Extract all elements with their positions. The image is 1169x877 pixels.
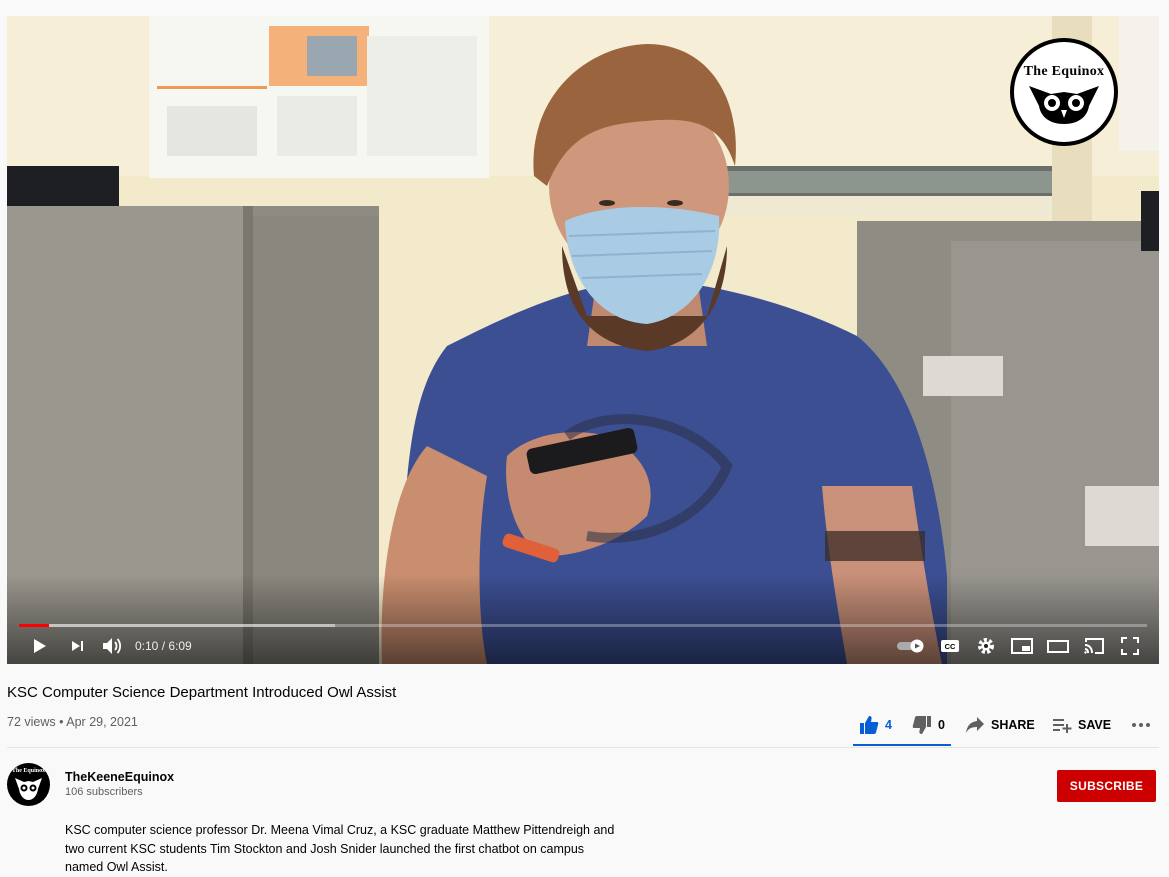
fullscreen-button[interactable] — [1118, 634, 1142, 658]
play-icon — [34, 639, 46, 653]
settings-button[interactable] — [974, 634, 998, 658]
gear-icon — [978, 638, 994, 654]
share-icon — [966, 717, 984, 733]
theater-icon — [1047, 640, 1069, 653]
played-bar — [19, 624, 50, 627]
miniplayer-button[interactable] — [1010, 634, 1034, 658]
thumbs-down-icon — [912, 716, 931, 734]
theater-mode-button[interactable] — [1046, 634, 1070, 658]
sentiment-bar — [853, 744, 951, 746]
next-button[interactable] — [65, 634, 89, 658]
share-label: SHARE — [991, 718, 1035, 732]
video-meta: 72 views • Apr 29, 2021 — [7, 715, 138, 729]
cast-button[interactable] — [1082, 634, 1106, 658]
video-description: KSC computer science professor Dr. Meena… — [65, 823, 615, 874]
captions-button[interactable]: CC — [938, 634, 962, 658]
more-horizontal-icon — [1132, 723, 1150, 727]
owl-icon — [15, 778, 42, 800]
volume-button[interactable] — [100, 634, 124, 658]
playlist-add-icon — [1053, 719, 1072, 733]
watermark-text: The Equinox — [1023, 64, 1105, 79]
fullscreen-icon — [1121, 637, 1139, 655]
captions-icon: CC — [941, 640, 959, 652]
divider — [7, 747, 1159, 748]
play-button[interactable] — [27, 634, 51, 658]
autoplay-icon — [897, 639, 924, 653]
next-icon — [72, 641, 83, 651]
autoplay-toggle[interactable] — [896, 634, 926, 658]
more-actions-button[interactable] — [1131, 712, 1151, 738]
channel-avatar[interactable]: The Equinox — [7, 763, 50, 806]
svg-text:CC: CC — [945, 642, 956, 651]
buffered-bar — [19, 624, 335, 627]
video-title: KSC Computer Science Department Introduc… — [7, 684, 397, 701]
like-button[interactable]: 4 — [859, 712, 892, 738]
dislike-count: 0 — [938, 718, 945, 732]
owl-icon — [1029, 86, 1099, 124]
progress-bar[interactable] — [19, 624, 1147, 627]
like-count: 4 — [885, 718, 892, 732]
thumbs-up-icon — [860, 716, 879, 734]
subscribe-button[interactable]: SUBSCRIBE — [1057, 770, 1156, 802]
subscriber-count: 106 subscribers — [65, 786, 143, 798]
miniplayer-icon — [1011, 638, 1033, 654]
save-button[interactable]: SAVE — [1052, 712, 1111, 738]
save-label: SAVE — [1078, 718, 1112, 732]
time-display: 0:10 / 6:09 — [135, 639, 192, 653]
channel-watermark[interactable]: The Equinox — [1010, 38, 1118, 146]
cast-icon — [1084, 638, 1104, 654]
dislike-button[interactable]: 0 — [912, 712, 945, 738]
share-button[interactable]: SHARE — [965, 712, 1035, 738]
channel-name[interactable]: TheKeeneEquinox — [65, 770, 174, 784]
volume-icon — [103, 638, 122, 654]
video-player[interactable]: The Equinox 0:10 / 6:09 CC — [7, 16, 1159, 664]
video-frame — [7, 16, 1159, 664]
